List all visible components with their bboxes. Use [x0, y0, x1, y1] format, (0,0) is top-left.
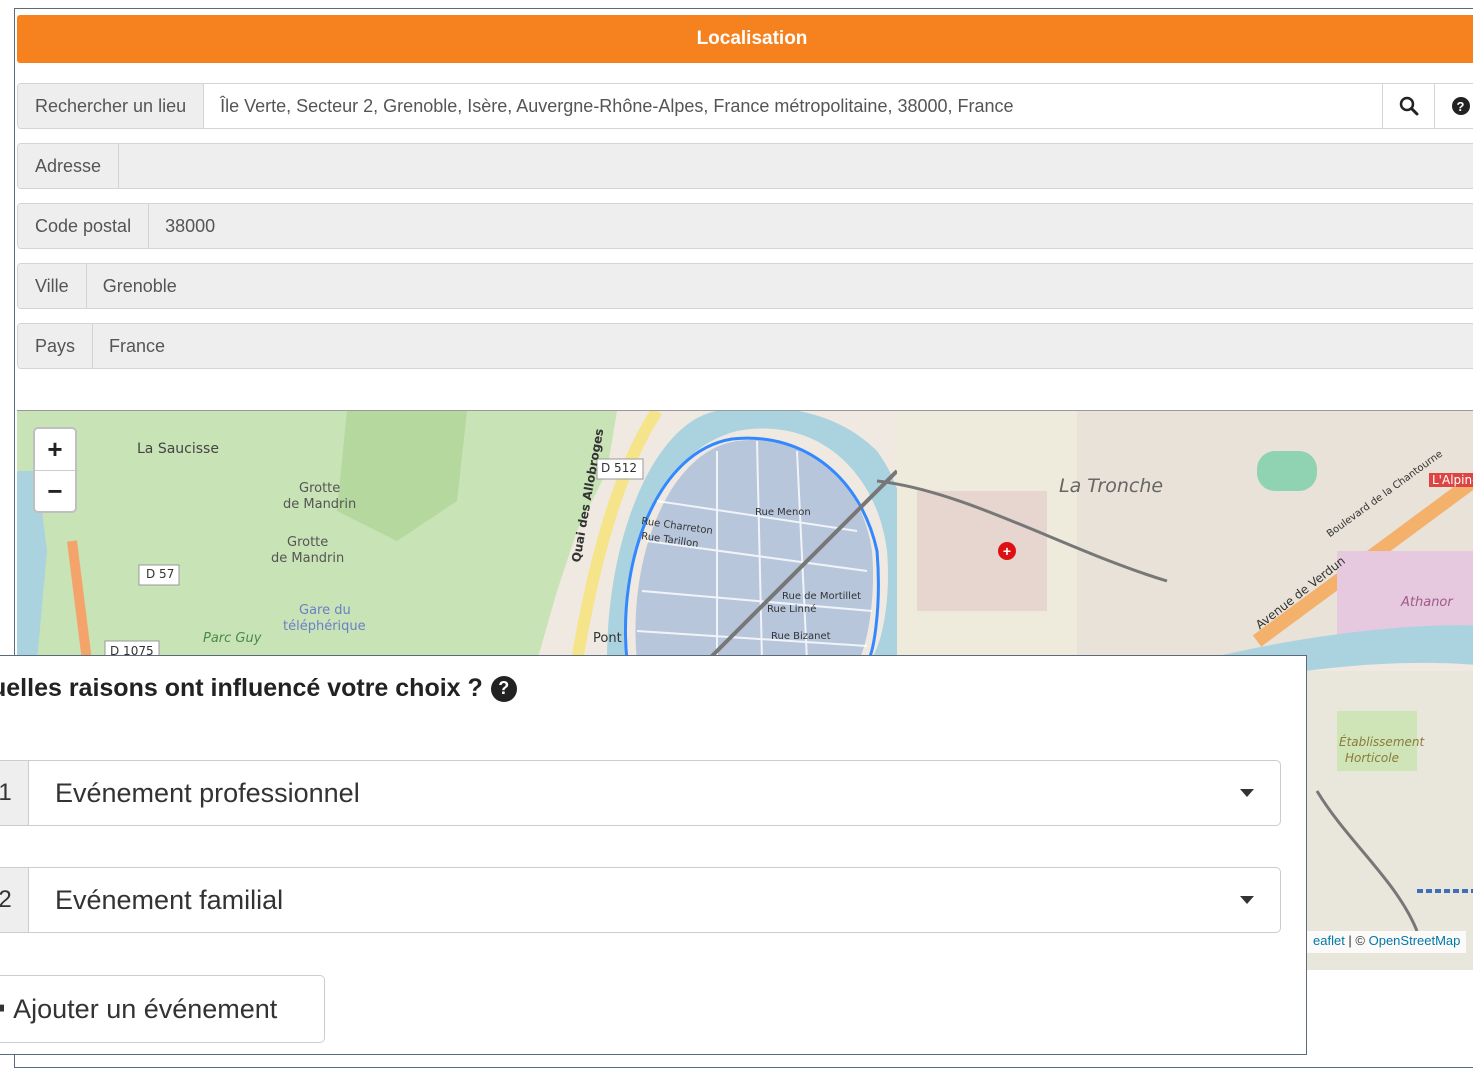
- add-event-button[interactable]: ✚ Ajouter un événement: [0, 975, 325, 1043]
- plus-icon: ✚: [0, 992, 5, 1027]
- pays-field[interactable]: France: [93, 324, 1473, 368]
- search-icon: [1399, 96, 1418, 116]
- map-label-pont: Pont: [593, 631, 622, 646]
- adresse-group: Adresse: [17, 143, 1473, 189]
- search-button[interactable]: [1382, 84, 1434, 128]
- reason-number-2: 2: [0, 868, 29, 932]
- map-label-la-tronche: La Tronche: [1059, 475, 1164, 497]
- map-label-etab-b: Horticole: [1345, 751, 1399, 765]
- add-event-label: Ajouter un événement: [13, 993, 278, 1024]
- reason-value-2: Evénement familial: [55, 884, 284, 915]
- adresse-label: Adresse: [18, 144, 120, 188]
- openstreetmap-link[interactable]: OpenStreetMap: [1369, 933, 1461, 948]
- map-label-la-saucisse: La Saucisse: [137, 441, 219, 457]
- ville-group: Ville Grenoble: [17, 263, 1473, 309]
- chevron-down-icon: [1240, 896, 1254, 904]
- map-attribution: eaflet | © OpenStreetMap: [1307, 931, 1467, 953]
- map-label-d512: D 512: [601, 461, 637, 475]
- adresse-field[interactable]: [119, 144, 1473, 188]
- search-place-label: Rechercher un lieu: [18, 84, 205, 128]
- pays-group: Pays France: [17, 323, 1473, 369]
- panel-title: Localisation: [696, 28, 808, 49]
- question-text: uelles raisons ont influencé votre choix…: [0, 674, 483, 702]
- zoom-control: + −: [33, 427, 77, 513]
- map-label-rue-mortillet: Rue de Mortillet: [782, 591, 862, 602]
- map-label-parc-guy: Parc Guy: [203, 631, 262, 646]
- reason-value-1: Evénement professionnel: [55, 777, 360, 808]
- search-help-button[interactable]: ?: [1434, 84, 1473, 128]
- question-title: uelles raisons ont influencé votre choix…: [0, 674, 517, 703]
- panel-header: Localisation: [17, 15, 1473, 63]
- map-label-athanor: Athanor: [1401, 595, 1453, 610]
- map-label-gare-b: téléphérique: [283, 619, 366, 634]
- question-circle-icon[interactable]: ?: [490, 675, 517, 702]
- ville-label: Ville: [18, 264, 87, 308]
- map-label-rue-linne: Rue Linné: [767, 604, 817, 615]
- zoom-out-button[interactable]: −: [35, 470, 75, 511]
- reason-select-1[interactable]: 1 Evénement professionnel: [0, 760, 1281, 826]
- map-label-etab-a: Établissement: [1339, 735, 1425, 749]
- map-label-rue-bizanet: Rue Bizanet: [771, 631, 831, 642]
- reasons-dialog: uelles raisons ont influencé votre choix…: [0, 655, 1307, 1055]
- leaflet-link[interactable]: eaflet: [1313, 933, 1345, 948]
- map-label-l-alpine: L'Alpine: [1429, 473, 1473, 487]
- map-label-grotte-1b: de Mandrin: [283, 497, 357, 512]
- search-place-input[interactable]: Île Verte, Secteur 2, Grenoble, Isère, A…: [204, 84, 1382, 128]
- svg-text:+: +: [1003, 543, 1011, 559]
- ville-field[interactable]: Grenoble: [86, 264, 1473, 308]
- map-label-gare-a: Gare du: [299, 603, 351, 618]
- attribution-separator: | ©: [1344, 933, 1369, 948]
- pays-label: Pays: [18, 324, 94, 368]
- reason-select-2[interactable]: 2 Evénement familial: [0, 867, 1281, 933]
- zoom-in-button[interactable]: +: [35, 429, 75, 470]
- code-postal-field[interactable]: 38000: [149, 204, 1473, 248]
- chevron-down-icon: [1240, 789, 1254, 797]
- code-postal-group: Code postal 38000: [17, 203, 1473, 249]
- map-label-rue-menon: Rue Menon: [755, 507, 811, 518]
- map-label-grotte-1a: Grotte: [299, 481, 341, 496]
- map-label-grotte-2a: Grotte: [287, 535, 329, 550]
- question-circle-icon: ?: [1451, 97, 1470, 115]
- search-place-group: Rechercher un lieu Île Verte, Secteur 2,…: [17, 83, 1473, 129]
- map-label-grotte-2b: de Mandrin: [271, 551, 345, 566]
- reason-number-1: 1: [0, 761, 29, 825]
- code-postal-label: Code postal: [18, 204, 150, 248]
- map-label-d57: D 57: [146, 567, 175, 581]
